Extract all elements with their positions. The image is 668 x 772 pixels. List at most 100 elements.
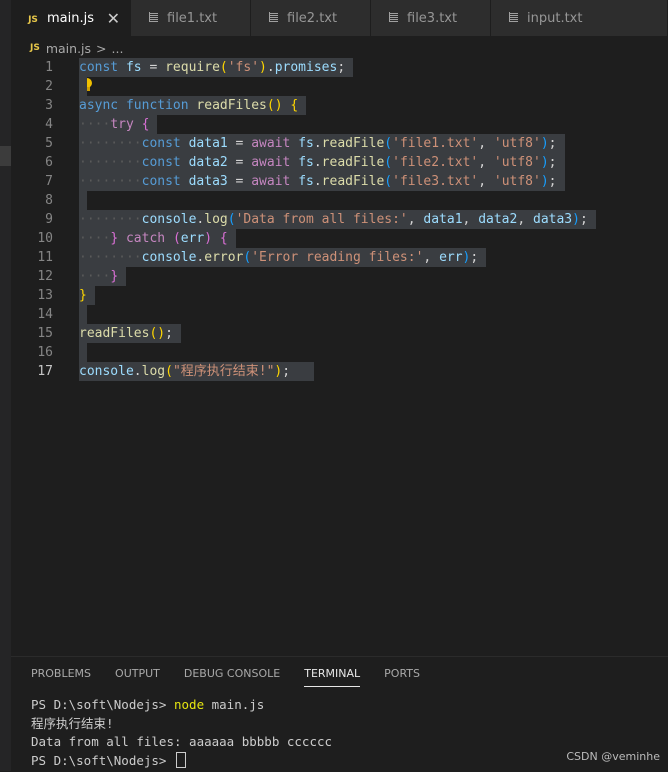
selection-highlight [79, 305, 87, 324]
tab-ports[interactable]: PORTS [384, 667, 420, 687]
code-token: ( [165, 364, 173, 379]
code-token: catch [125, 231, 166, 246]
code-line: 5 ········const data1 = await fs.readFile… [11, 134, 668, 153]
line-number: 17 [37, 364, 53, 379]
terminal-command: node [174, 697, 205, 712]
code-text: ········console.log('Data from all files… [79, 210, 588, 229]
code-token: = [227, 174, 252, 189]
code-token: , [478, 155, 494, 170]
code-text: const fs = require('fs').promises; [79, 58, 345, 77]
code-line: 4 ····try { [11, 115, 668, 134]
tab-label: file3.txt [407, 10, 458, 26]
line-number: 16 [37, 345, 53, 360]
code-token: = [227, 155, 252, 170]
code-token: 'file1.txt' [392, 136, 479, 151]
line-number: 15 [37, 326, 53, 341]
code-token: ( [384, 136, 393, 151]
code-token: ; [470, 250, 479, 265]
tab-main-js[interactable]: JS main.js ✕ [11, 0, 131, 36]
code-token: ( [172, 231, 181, 246]
code-text: ········const data2 = await fs.readFile(… [79, 153, 557, 172]
code-token: "程序执行结束!" [172, 364, 275, 379]
line-number: 6 [45, 155, 53, 170]
code-line: 7 ········const data3 = await fs.readFile… [11, 172, 668, 191]
code-token: fs [298, 155, 314, 170]
tab-label: file2.txt [287, 10, 338, 26]
selection-highlight [79, 191, 87, 210]
terminal[interactable]: PS D:\soft\Nodejs> node main.js 程序执行结束! … [31, 696, 332, 770]
tab-debug-console[interactable]: DEBUG CONSOLE [184, 667, 280, 687]
code-text: console.log("程序执行结束!"); [79, 362, 290, 381]
editor-tabs: JS main.js ✕ file1.txt file2.txt file3.t… [11, 0, 668, 36]
code-token: } [79, 288, 87, 303]
tab-file3-txt[interactable]: file3.txt [371, 0, 491, 36]
code-text: ····try { [79, 115, 149, 134]
tab-label: main.js [47, 10, 94, 26]
breadcrumb-more[interactable]: ... [112, 41, 124, 56]
tab-file1-txt[interactable]: file1.txt [131, 0, 251, 36]
code-token: readFiles [79, 326, 150, 341]
code-token: ( [227, 212, 236, 227]
breadcrumb-file[interactable]: main.js [46, 41, 91, 56]
code-token: , [517, 212, 533, 227]
code-token: data2 [188, 155, 228, 170]
panel-tabs: PROBLEMS OUTPUT DEBUG CONSOLE TERMINAL P… [31, 667, 444, 687]
code-line: 2 [11, 77, 668, 96]
code-token: . [133, 364, 142, 379]
activity-bar [0, 0, 11, 771]
code-token: err [439, 250, 463, 265]
code-text: ····} [79, 267, 118, 286]
code-token: , [462, 212, 479, 227]
code-token: ···· [79, 269, 111, 284]
code-token: 'utf8' [493, 136, 541, 151]
code-token: { [219, 231, 228, 246]
code-token: ; [548, 174, 557, 189]
code-token: . [266, 60, 275, 75]
code-token: ········ [79, 136, 142, 151]
code-token: , [423, 250, 440, 265]
code-token: { [141, 117, 150, 132]
tab-terminal[interactable]: TERMINAL [304, 667, 361, 687]
code-token: ········ [79, 155, 142, 170]
line-number: 10 [37, 231, 53, 246]
line-number: 2 [45, 79, 53, 94]
line-number: 7 [45, 174, 53, 189]
tab-file2-txt[interactable]: file2.txt [251, 0, 371, 36]
code-token: data1 [423, 212, 463, 227]
code-token: data3 [188, 174, 228, 189]
terminal-command-arg: main.js [204, 697, 265, 712]
code-token: = [141, 60, 166, 75]
line-number: 11 [37, 250, 53, 265]
code-line: 8 [11, 191, 668, 210]
code-line: 6 ········const data2 = await fs.readFile… [11, 153, 668, 172]
code-token: log [141, 364, 166, 379]
code-token: . [313, 155, 322, 170]
file-lines-icon [505, 11, 521, 26]
code-token: , [407, 212, 424, 227]
code-token: ; [337, 60, 346, 75]
tab-input-txt[interactable]: input.txt [491, 0, 668, 36]
tab-output[interactable]: OUTPUT [115, 667, 160, 687]
code-line: 15 readFiles(); [11, 324, 668, 343]
terminal-output-line: 程序执行结束! [31, 715, 114, 731]
code-line: 1 const fs = require('fs').promises; [11, 58, 668, 77]
code-line: 16 [11, 343, 668, 362]
line-number: 13 [37, 288, 53, 303]
code-line: 14 [11, 305, 668, 324]
code-token: const [141, 136, 181, 151]
close-icon[interactable]: ✕ [107, 9, 120, 28]
code-token: ········ [79, 174, 142, 189]
code-token: fs [298, 174, 314, 189]
code-token: function [125, 98, 189, 113]
code-editor[interactable]: 1 const fs = require('fs').promises; 2 3 asy… [11, 58, 668, 656]
code-line: 3 async function readFiles() { [11, 96, 668, 115]
code-line: 17 console.log("程序执行结束!"); [11, 362, 668, 381]
line-number: 1 [45, 60, 53, 75]
tab-label: file1.txt [167, 10, 218, 26]
code-token: data2 [478, 212, 518, 227]
tab-problems[interactable]: PROBLEMS [31, 667, 91, 687]
file-lines-icon [145, 11, 161, 26]
